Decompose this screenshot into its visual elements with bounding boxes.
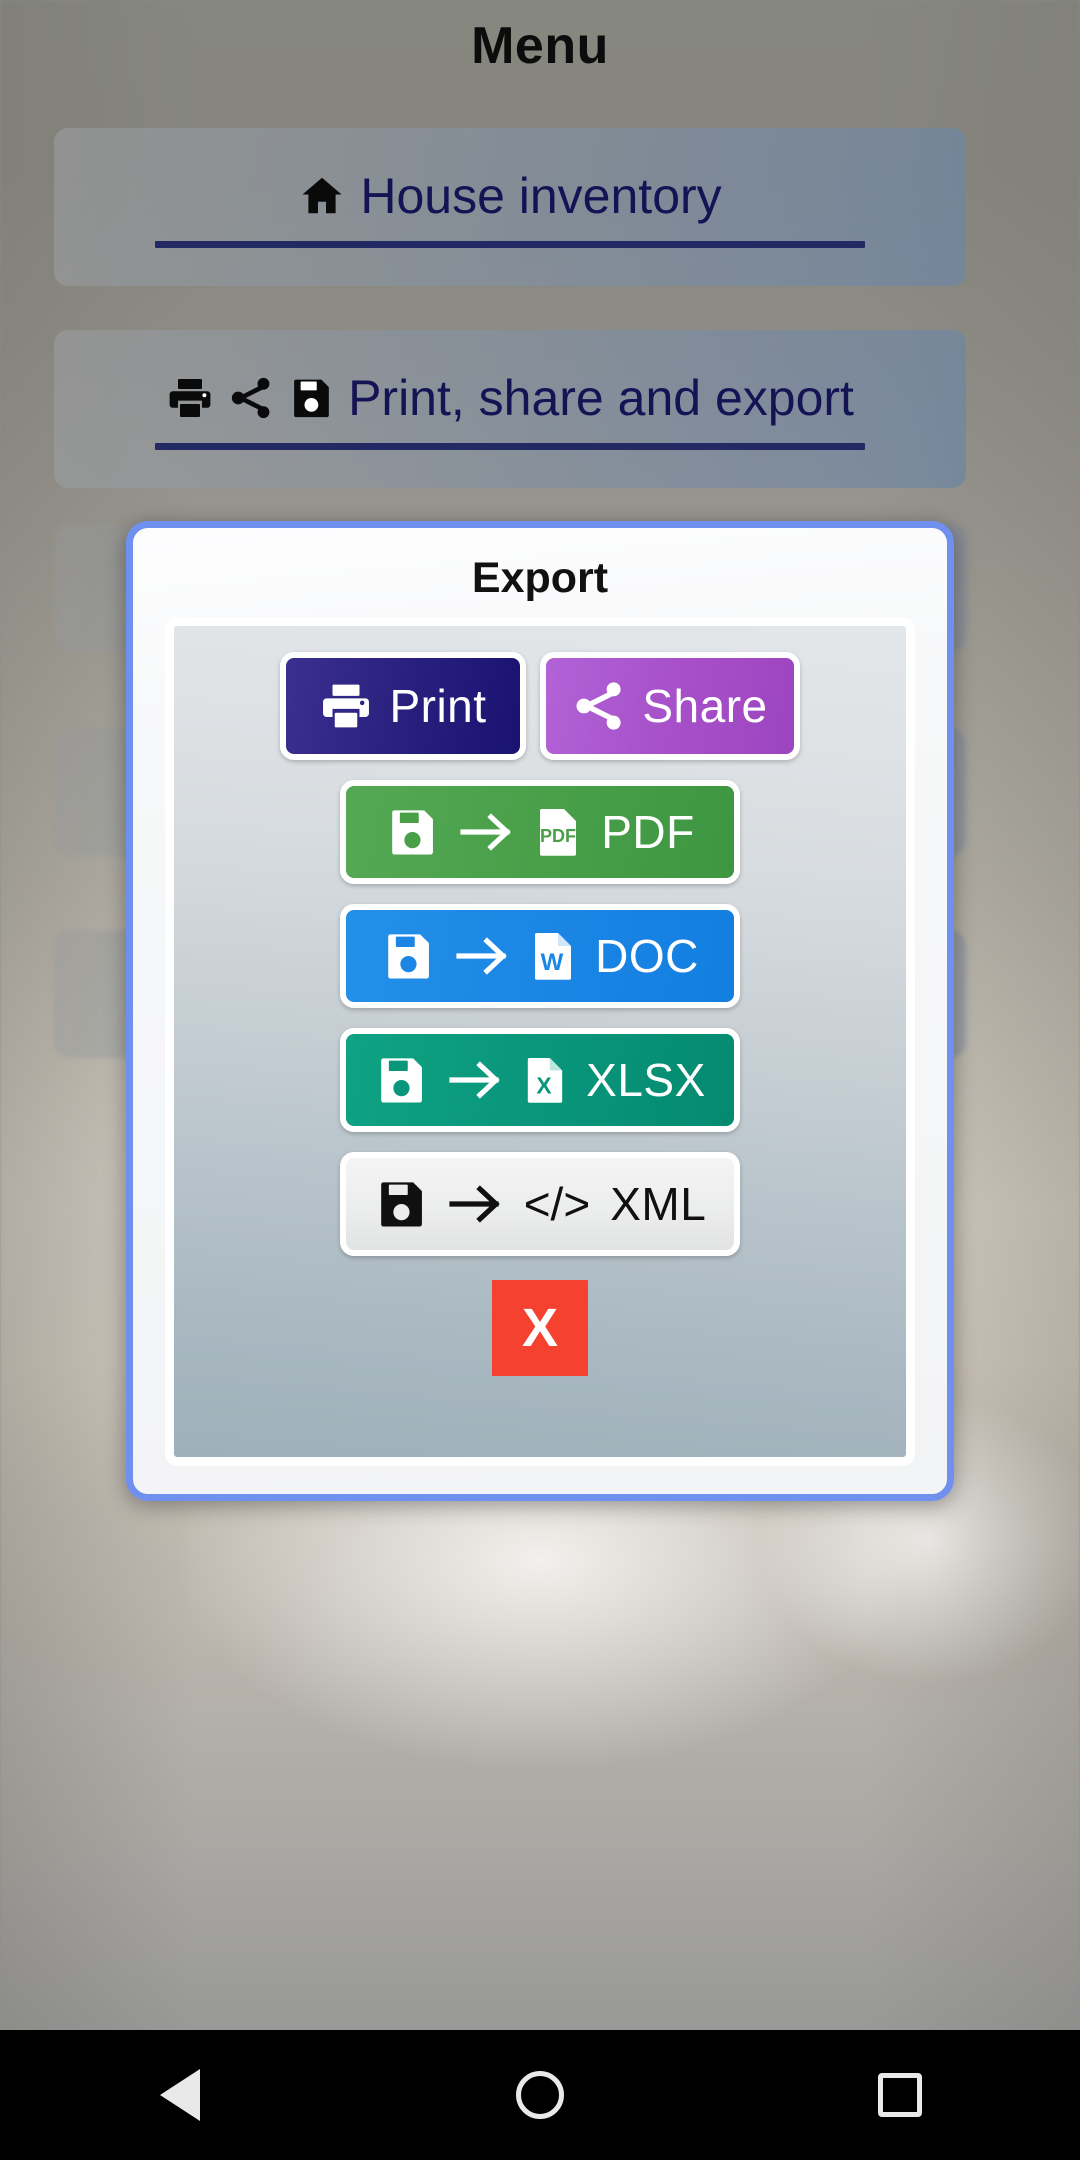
export-doc-label: DOC [595, 930, 699, 982]
export-xml-label: XML [610, 1178, 707, 1230]
page-title: Menu [471, 17, 609, 75]
xlsx-file-icon: X [524, 1054, 566, 1106]
home-icon [298, 173, 346, 219]
save-icon [385, 805, 439, 859]
save-icon [288, 374, 334, 422]
print-share-row: Print Share [280, 652, 800, 760]
nav-back-button[interactable] [100, 2030, 260, 2160]
dialog-title: Export [471, 554, 609, 602]
menu-item-label: House inventory [360, 167, 722, 224]
arrow-right-icon [448, 1058, 504, 1102]
menu-item-icons [298, 173, 346, 219]
code-tag-icon: </> [523, 1178, 591, 1230]
doc-file-icon: W [531, 930, 575, 982]
dialog-body: Print Share PDF PDF W DOC X XLSX </> XML… [165, 617, 915, 1466]
nav-recents-button[interactable] [820, 2030, 980, 2160]
pdf-file-icon: PDF [535, 806, 581, 858]
close-dialog-label: X [521, 1298, 559, 1358]
share-button-label: Share [642, 680, 768, 732]
app-screen: Menu House inventory Print, share and ex… [0, 0, 1080, 2160]
menu-item-icons [166, 374, 334, 422]
menu-item-underline [155, 240, 865, 248]
export-xml-button[interactable]: </> XML [340, 1152, 740, 1256]
print-icon [166, 374, 214, 422]
arrow-right-icon [448, 1182, 504, 1226]
arrow-right-icon [455, 934, 511, 978]
export-pdf-label: PDF [601, 806, 695, 858]
triangle-back-icon [160, 2069, 200, 2121]
square-recents-icon [878, 2073, 922, 2117]
print-button-label: Print [389, 680, 487, 732]
menu-item-house-inventory[interactable]: House inventory [54, 128, 966, 286]
menu-item-label: Print, share and export [348, 369, 854, 426]
menu-item-underline [155, 442, 865, 450]
svg-text:X: X [537, 1072, 553, 1098]
save-icon [381, 929, 435, 983]
android-navigation-bar [0, 2030, 1080, 2160]
share-button[interactable]: Share [540, 652, 800, 760]
share-icon [572, 679, 626, 733]
export-xlsx-button[interactable]: X XLSX [340, 1028, 740, 1132]
save-icon [374, 1053, 428, 1107]
svg-text:W: W [541, 949, 564, 976]
export-pdf-button[interactable]: PDF PDF [340, 780, 740, 884]
export-dialog: Export Print Share PDF PDF W DOC X XLSX … [126, 521, 954, 1501]
circle-home-icon [516, 2071, 564, 2119]
export-doc-button[interactable]: W DOC [340, 904, 740, 1008]
print-button[interactable]: Print [280, 652, 526, 760]
close-dialog-button[interactable]: X [492, 1280, 588, 1376]
svg-text:PDF: PDF [540, 826, 576, 846]
nav-home-button[interactable] [460, 2030, 620, 2160]
arrow-right-icon [459, 810, 515, 854]
save-icon [374, 1177, 428, 1231]
print-icon [319, 679, 373, 733]
menu-item-print-share-export[interactable]: Print, share and export [54, 330, 966, 488]
share-icon [228, 374, 274, 422]
export-xlsx-label: XLSX [586, 1054, 706, 1106]
